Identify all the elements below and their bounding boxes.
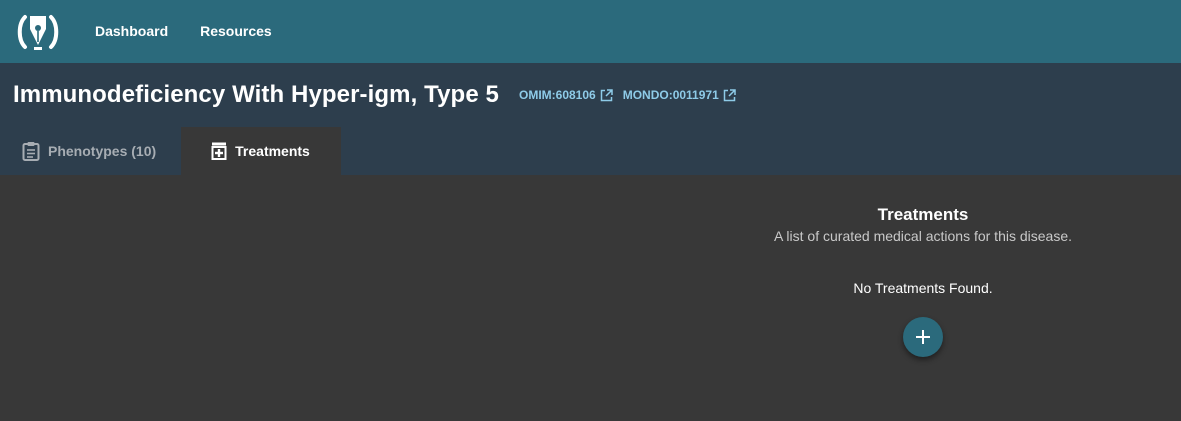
- main-content: Treatments A list of curated medical act…: [0, 175, 1181, 421]
- title-row: Immunodeficiency With Hyper-igm, Type 5 …: [0, 63, 1181, 127]
- omim-link[interactable]: OMIM:608106: [519, 88, 613, 102]
- clipboard-icon: [22, 142, 40, 161]
- tab-treatments-label: Treatments: [235, 143, 310, 159]
- treatments-panel: Treatments A list of curated medical act…: [665, 205, 1181, 357]
- tab-phenotypes-label: Phenotypes (10): [48, 143, 157, 159]
- treatments-title: Treatments: [877, 205, 969, 224]
- tab-phenotypes[interactable]: Phenotypes (10): [0, 127, 181, 175]
- logo-pen-icon[interactable]: [15, 9, 61, 55]
- external-link-icon: [600, 88, 613, 101]
- empty-treatments-message: No Treatments Found.: [853, 280, 993, 296]
- add-treatment-button[interactable]: [903, 317, 943, 357]
- page-title: Immunodeficiency With Hyper-igm, Type 5: [13, 81, 499, 108]
- treatments-subtitle: A list of curated medical actions for th…: [773, 228, 1073, 244]
- top-navbar: Dashboard Resources: [0, 0, 1181, 63]
- medical-kit-icon: [211, 142, 227, 160]
- omim-link-label: OMIM:608106: [519, 88, 596, 102]
- nav-dashboard-link[interactable]: Dashboard: [79, 0, 184, 63]
- tab-treatments[interactable]: Treatments: [181, 127, 341, 175]
- mondo-link[interactable]: MONDO:0011971: [623, 88, 736, 102]
- nav-resources-link[interactable]: Resources: [184, 0, 288, 63]
- plus-icon: [916, 330, 930, 344]
- external-link-icon: [723, 88, 736, 101]
- mondo-link-label: MONDO:0011971: [622, 88, 719, 102]
- disease-header: Immunodeficiency With Hyper-igm, Type 5 …: [0, 63, 1181, 175]
- tab-bar: Phenotypes (10) Treatments: [0, 127, 1181, 175]
